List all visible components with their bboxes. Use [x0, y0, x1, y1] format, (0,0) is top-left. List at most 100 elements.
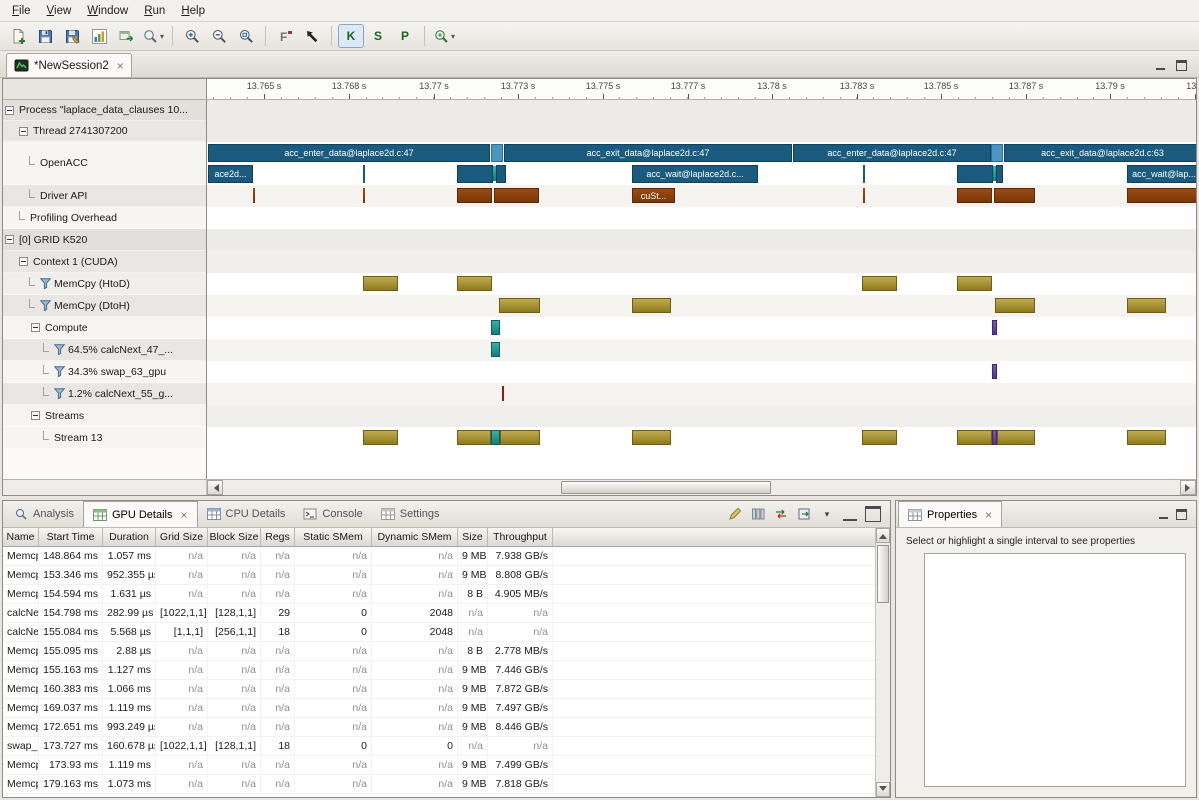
timeline-bar[interactable] [991, 144, 1003, 162]
timeline-row[interactable] [207, 229, 1196, 251]
timeline-bar[interactable]: acc_enter_data@laplace2d.c:47 [208, 144, 490, 162]
maximize-icon[interactable] [865, 506, 881, 522]
close-icon[interactable]: × [181, 510, 188, 520]
new-session-button[interactable] [5, 24, 31, 48]
close-icon[interactable]: × [117, 61, 124, 71]
zoom-out-button[interactable] [206, 24, 232, 48]
timeline-bar[interactable] [1127, 188, 1196, 203]
timeline-bar[interactable] [457, 276, 492, 291]
column-header-grid-size[interactable]: Grid Size [156, 528, 208, 546]
gpu-table-row[interactable]: Memcpy173.93 ms1.119 msn/an/an/an/an/a9 … [3, 756, 875, 775]
tree-row-64-5-calcnext-47[interactable]: 64.5% calcNext_47_... [3, 339, 206, 361]
timeline-row[interactable] [207, 207, 1196, 229]
timeline-bar[interactable] [500, 430, 540, 445]
timeline-bar[interactable]: ace2d... [208, 165, 253, 183]
save-as-button[interactable] [59, 24, 85, 48]
timeline-row[interactable]: ace2d...acc_wait@laplace2d.c...acc_wait@… [207, 163, 1196, 185]
column-header-duration[interactable]: Duration [103, 528, 156, 546]
timeline-row[interactable]: cuSt... [207, 185, 1196, 207]
tree-row-process-laplace-data-clauses[interactable]: Process "laplace_data_clauses 10... [3, 100, 206, 121]
tab-settings[interactable]: Settings [372, 501, 449, 527]
export-button[interactable] [113, 24, 139, 48]
timeline-bar[interactable] [862, 430, 897, 445]
timeline-row[interactable] [207, 100, 1196, 121]
zoom-in-button[interactable] [179, 24, 205, 48]
tree-row-34-3-swap-63-gpu[interactable]: 34.3% swap_63_gpu [3, 361, 206, 383]
scroll-right-icon[interactable] [1180, 480, 1196, 495]
view-menu-icon[interactable]: ▾ [819, 506, 835, 522]
gpu-table-row[interactable]: Memcpy160.383 ms1.066 msn/an/an/an/an/a9… [3, 680, 875, 699]
tree-row-streams[interactable]: Streams [3, 405, 206, 427]
tree-row-driver-api[interactable]: Driver API [3, 185, 206, 207]
maximize-icon[interactable] [1176, 60, 1187, 71]
column-header-throughput[interactable]: Throughput [488, 528, 553, 546]
tab-cpu-details[interactable]: CPU Details [198, 501, 295, 527]
tab-console[interactable]: Console [294, 501, 371, 527]
tree-row-compute[interactable]: Compute [3, 317, 206, 339]
minimize-icon[interactable] [842, 506, 858, 522]
timeline-chart[interactable]: acc_enter_data@laplace2d.c:47acc_exit_da… [207, 100, 1196, 479]
tree-row-stream-13[interactable]: Stream 13 [3, 427, 206, 449]
timeline-ruler[interactable]: 13.765 s13.768 s13.77 s13.773 s13.775 s1… [207, 79, 1196, 100]
tree-row-memcpy-htod[interactable]: MemCpy (HtoD) [3, 273, 206, 295]
timeline-bar[interactable] [363, 430, 398, 445]
kernel-toggle-button[interactable]: K [338, 24, 364, 48]
timeline-bar[interactable] [863, 165, 865, 183]
collapse-icon[interactable] [5, 235, 14, 244]
menu-view[interactable]: View [39, 3, 80, 19]
timeline-bar[interactable] [957, 165, 993, 183]
column-header-start-time[interactable]: Start Time [39, 528, 103, 546]
tree-row-1-2-calcnext-55-g[interactable]: 1.2% calcNext_55_g... [3, 383, 206, 405]
gpu-table-row[interactable]: Memcpy179.163 ms1.073 msn/an/an/an/an/a9… [3, 775, 875, 794]
timeline-row[interactable] [207, 383, 1196, 405]
mark-timeline-button[interactable]: F [272, 24, 298, 48]
hscroll-track[interactable] [223, 480, 1180, 495]
tab-properties[interactable]: Properties × [898, 501, 1002, 527]
timeline-row[interactable] [207, 295, 1196, 317]
timeline-bar[interactable] [496, 165, 506, 183]
timeline-bar[interactable]: acc_wait@laplace2d.c... [632, 165, 758, 183]
timeline-bar[interactable] [632, 430, 671, 445]
timeline-bar[interactable] [363, 165, 365, 183]
timeline-bar[interactable] [1127, 430, 1166, 445]
filter-funnel-icon[interactable] [40, 300, 51, 311]
timeline-bar[interactable] [457, 188, 492, 203]
timeline-bar[interactable]: acc_enter_data@laplace2d.c:47 [793, 144, 991, 162]
gpu-details-table[interactable]: NameStart TimeDurationGrid SizeBlock Siz… [3, 528, 875, 797]
process-toggle-button[interactable]: P [392, 24, 418, 48]
zoom-fit-button[interactable] [233, 24, 259, 48]
column-header-size[interactable]: Size [458, 528, 488, 546]
export-details-icon[interactable] [796, 506, 812, 522]
timeline-bar[interactable] [957, 188, 992, 203]
timeline-bar[interactable] [992, 364, 997, 379]
tab-gpu-details[interactable]: GPU Details× [83, 501, 198, 527]
gpu-table-row[interactable]: Memcpy155.163 ms1.127 msn/an/an/an/an/a9… [3, 661, 875, 680]
save-session-button[interactable] [32, 24, 58, 48]
tree-row-0-grid-k520[interactable]: [0] GRID K520 [3, 229, 206, 251]
hscroll-thumb[interactable] [561, 481, 771, 494]
tree-row-profiling-overhead[interactable]: Profiling Overhead [3, 207, 206, 229]
timeline-bar[interactable] [862, 276, 897, 291]
minimize-icon[interactable] [1158, 509, 1169, 520]
session-tab[interactable]: *NewSession2 × [6, 53, 132, 77]
pin-icon[interactable] [727, 506, 743, 522]
timeline-bar[interactable] [363, 188, 365, 203]
column-header-block-size[interactable]: Block Size [208, 528, 261, 546]
gpu-table-row[interactable]: Memcpy169.037 ms1.119 msn/an/an/an/an/a9… [3, 699, 875, 718]
minimize-icon[interactable] [1155, 60, 1166, 71]
collapse-icon[interactable] [19, 257, 28, 266]
stream-toggle-button[interactable]: S [365, 24, 391, 48]
gpu-table-row[interactable]: calcNext155.084 ms5.568 µs[1,1,1][256,1,… [3, 623, 875, 642]
gpu-table-row[interactable]: calcNext154.798 ms282.99 µs[1022,1,1][12… [3, 604, 875, 623]
timeline-bar[interactable] [992, 320, 997, 335]
collapse-icon[interactable] [31, 323, 40, 332]
close-icon[interactable]: × [985, 510, 992, 520]
filter-funnel-icon[interactable] [54, 344, 65, 355]
timeline-bar[interactable]: cuSt... [632, 188, 675, 203]
vscroll-track[interactable] [876, 543, 890, 782]
timeline-row[interactable] [207, 339, 1196, 361]
timeline-row[interactable] [207, 251, 1196, 273]
timeline-row[interactable]: acc_enter_data@laplace2d.c:47acc_exit_da… [207, 142, 1196, 163]
timeline-bar[interactable] [491, 342, 500, 357]
timeline-bar[interactable] [957, 276, 992, 291]
